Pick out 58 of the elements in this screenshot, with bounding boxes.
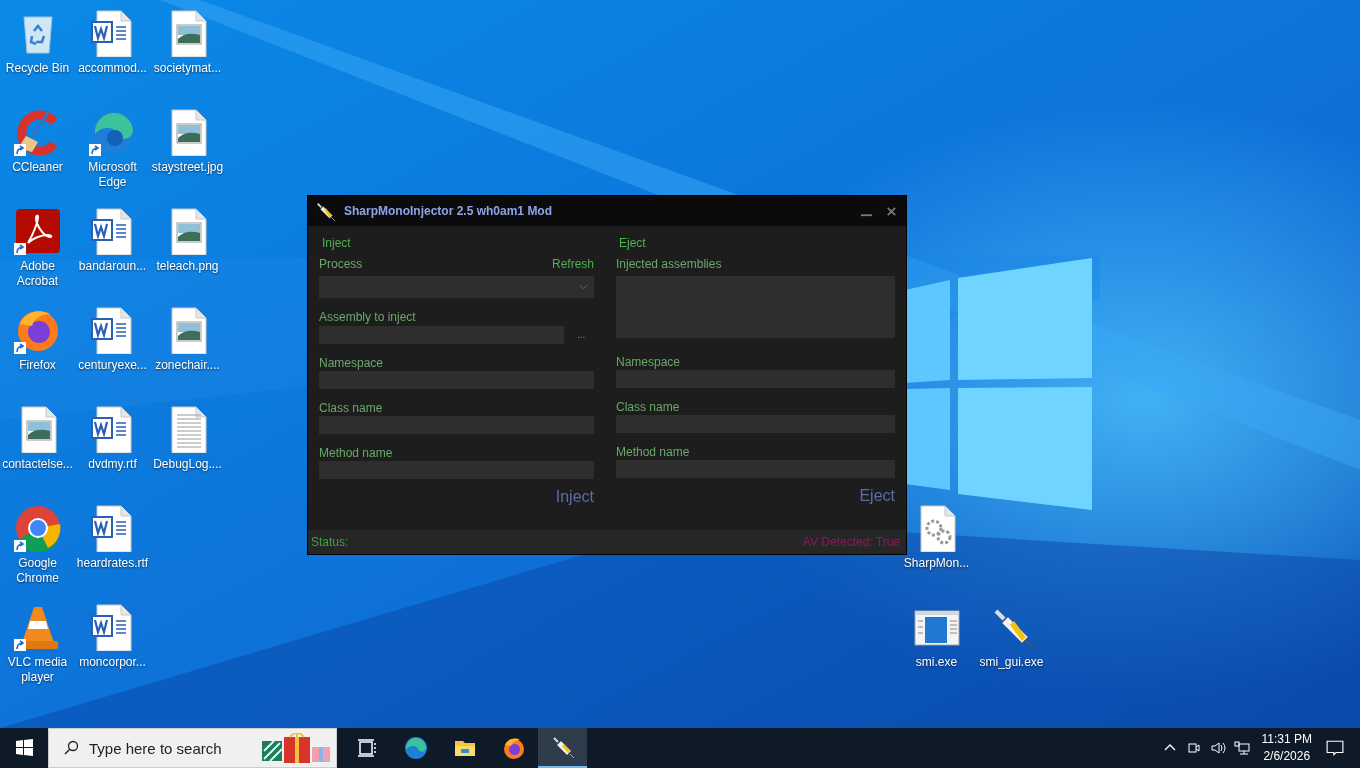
chevron-down-icon: [579, 284, 588, 290]
desktop-icon-label[interactable]: accommod...: [78, 61, 147, 76]
desktop-icon-label[interactable]: Google Chrome: [0, 556, 75, 586]
desktop-icon-label[interactable]: Recycle Bin: [5, 61, 70, 76]
desktop-icon-label[interactable]: contactelse...: [2, 457, 73, 472]
search-icon: [63, 740, 79, 756]
clock-time[interactable]: 11:31 PM: [1261, 731, 1312, 748]
desktop-icon-label[interactable]: zonechair....: [155, 358, 220, 373]
desktop-icon-label[interactable]: smi.exe: [915, 655, 958, 670]
field-label: Method name: [319, 446, 394, 460]
section-heading: Inject: [322, 236, 352, 250]
refresh-link[interactable]: Refresh: [551, 257, 594, 271]
window-title: SharpMonoInjector 2.5 wh0am1 Mod: [344, 204, 554, 218]
desktop-icon-label[interactable]: societymat...: [153, 61, 222, 76]
desktop-icon-label[interactable]: teleach.png: [156, 259, 219, 274]
desktop-icon-label[interactable]: staystreet.jpg: [151, 160, 224, 175]
field-label: Injected assemblies: [616, 257, 722, 271]
desktop-icon-label[interactable]: SharpMon...: [903, 556, 970, 571]
av-status-text: AV Detected: True: [802, 535, 900, 549]
edge-icon: [403, 736, 428, 760]
firefox-icon: [501, 736, 526, 760]
volume-icon[interactable]: [1209, 740, 1226, 756]
eject-button[interactable]: Eject: [859, 487, 895, 505]
desktop-icon-label[interactable]: Microsoft Edge: [75, 160, 150, 190]
desktop-icon-label[interactable]: dvdmy.rtf: [88, 457, 137, 472]
desktop-icon-label[interactable]: VLC media player: [0, 655, 75, 685]
network-icon[interactable]: [1233, 740, 1250, 756]
camera-icon[interactable]: [1185, 740, 1202, 756]
search-field[interactable]: Type here to search: [89, 739, 260, 757]
syringe-icon: [314, 200, 336, 222]
acrobat-icon[interactable]: [13, 207, 62, 255]
close-icon[interactable]: [885, 204, 898, 218]
field-label: Class name: [319, 401, 384, 415]
inject-button[interactable]: Inject: [555, 488, 594, 506]
chrome-icon[interactable]: [13, 504, 62, 552]
field-label: Namespace: [616, 355, 682, 369]
desktop-icon-label[interactable]: heardrates.rtf: [76, 556, 149, 571]
field-label: Namespace: [319, 356, 385, 370]
desktop-icon-label[interactable]: Firefox: [19, 358, 56, 373]
notification-icon[interactable]: [1326, 739, 1344, 757]
desktop-icon-label[interactable]: centuryexe...: [78, 358, 147, 373]
field-label: Class name: [616, 400, 681, 414]
field-label: Process: [319, 257, 363, 271]
desktop-icon-label[interactable]: smi_gui.exe: [979, 655, 1044, 670]
desktop-icon-label[interactable]: moncorpor...: [79, 655, 146, 670]
taskbar-app-button[interactable]: [538, 728, 587, 768]
section-heading: Eject: [619, 236, 647, 250]
desktop-icon-label[interactable]: CCleaner: [12, 160, 63, 175]
desktop-icon-label[interactable]: Adobe Acrobat: [0, 259, 75, 289]
desktop-icon-label[interactable]: bandaroun...: [78, 259, 147, 274]
field-label: Method name: [616, 445, 691, 459]
status-text: Status:: [311, 535, 349, 549]
clock-date[interactable]: 2/6/2026: [1263, 748, 1311, 765]
desktop-icon-label[interactable]: DebugLog....: [153, 457, 222, 472]
syringe-icon: [550, 735, 575, 759]
browse-button[interactable]: ...: [577, 329, 586, 340]
field-label: Assembly to inject: [319, 310, 417, 324]
search-box[interactable]: Type here to search: [48, 728, 337, 768]
